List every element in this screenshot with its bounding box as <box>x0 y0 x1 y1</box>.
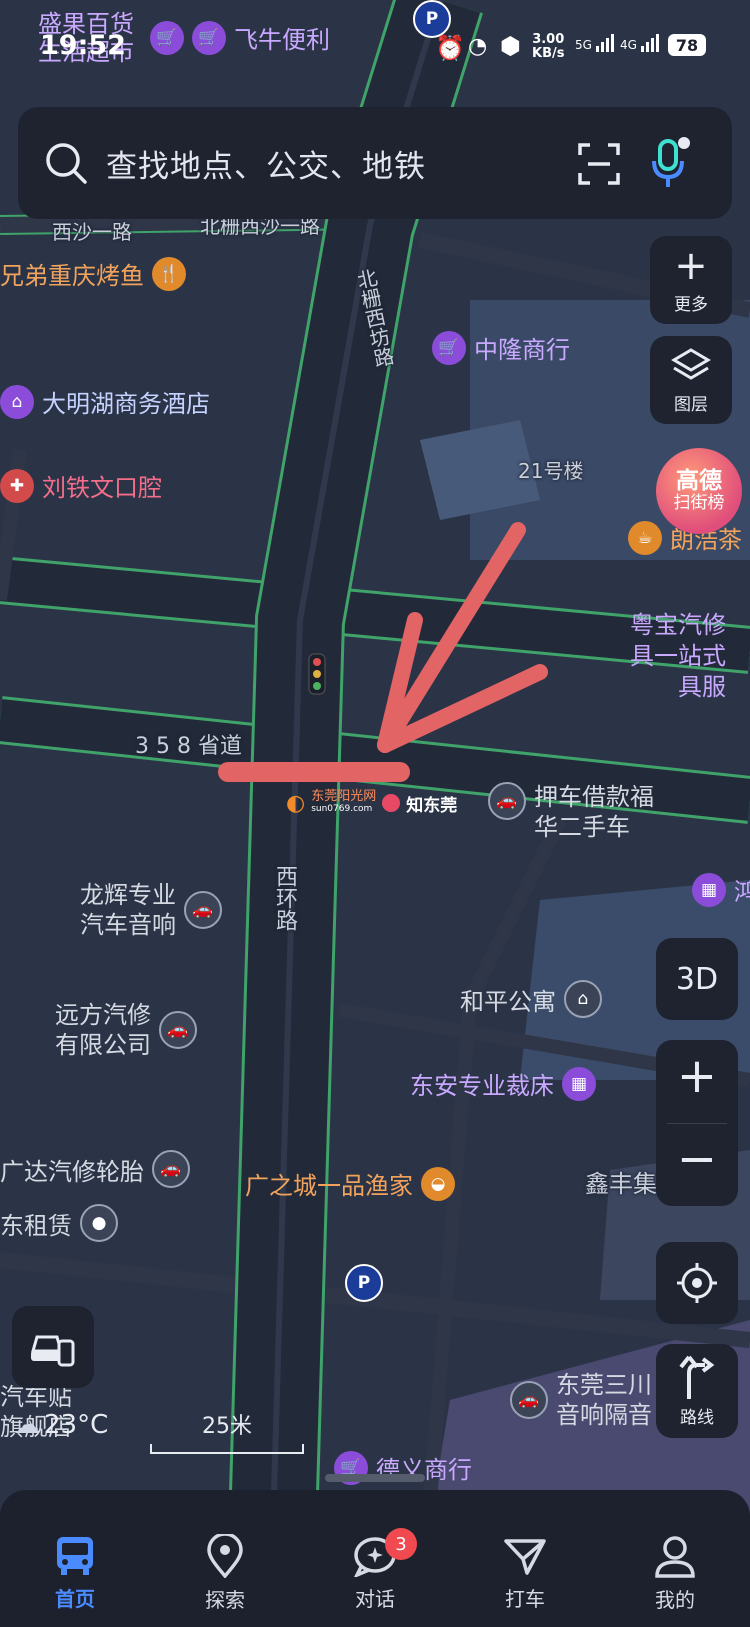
car-icon: 🚗 <box>159 1011 197 1049</box>
drawer-handle[interactable] <box>325 1474 425 1482</box>
poi-parking-2[interactable]: P <box>345 1264 383 1302</box>
3d-toggle-button[interactable]: 3D <box>656 938 738 1020</box>
signal-5g: 5G <box>575 34 614 52</box>
poi-heping[interactable]: 和平公寓 ⌂ <box>460 980 602 1018</box>
location-pin-icon <box>207 1534 243 1578</box>
taxi-arrow-icon <box>504 1539 546 1575</box>
poi-daminghu[interactable]: ⌂ 大明湖商务酒店 <box>0 384 210 419</box>
poi-dongan[interactable]: 东安专业裁床 ▦ <box>410 1066 596 1101</box>
poi-zulin[interactable]: 东租赁 ● <box>0 1204 118 1242</box>
poi-longhui[interactable]: 龙辉专业 汽车音响 🚗 <box>80 880 222 940</box>
poi-edge-right[interactable]: ▦ 鸿 <box>692 872 750 907</box>
battery-icon: 78 <box>668 34 706 56</box>
tab-bar: 首页 探索 对话 3 打车 我的 <box>0 1520 750 1627</box>
route-button[interactable]: 路线 <box>656 1344 738 1438</box>
zoom-out-button[interactable]: − <box>656 1124 738 1206</box>
car-icon: 🚗 <box>510 1381 548 1419</box>
locate-button[interactable] <box>656 1242 738 1324</box>
car-icon: 🚗 <box>152 1150 190 1188</box>
zoom-in-button[interactable]: + <box>656 1041 738 1123</box>
restaurant-icon: 🍴 <box>152 256 186 291</box>
location-dot-icon: ● <box>80 1204 118 1242</box>
tooth-icon: ✚ <box>0 468 34 503</box>
poi-yuanfang[interactable]: 远方汽修 有限公司 🚗 <box>55 1000 197 1060</box>
tab-home[interactable]: 首页 <box>15 1520 135 1627</box>
layers-button[interactable]: 图层 <box>650 336 732 424</box>
speedometer-icon: ◔ <box>468 34 488 59</box>
road-label: 西环路 <box>272 865 297 931</box>
watermark: ◐ 东莞阳光网 sun0769.com 知东莞 <box>286 789 458 816</box>
user-icon <box>655 1536 695 1578</box>
poi-yuebao[interactable]: 粤宝汽修 具一站式 具服 <box>630 610 726 703</box>
scan-icon[interactable] <box>578 143 620 185</box>
house-icon: ⌂ <box>564 980 602 1018</box>
search-icon <box>46 143 87 184</box>
car-icon: 🚗 <box>488 782 526 820</box>
road-label: 3 5 8 省道 <box>135 734 242 759</box>
car-phone-icon <box>31 1335 75 1367</box>
shop-icon: ▦ <box>692 872 726 907</box>
location-icon: ⬢ <box>500 32 521 60</box>
search-bar[interactable]: 查找地点、公交、地铁 <box>18 107 732 219</box>
car-icon: 🚗 <box>184 891 222 929</box>
parking-icon: P <box>345 1264 383 1302</box>
shop-icon: ▦ <box>562 1066 596 1101</box>
poi-zhonglong[interactable]: 🛒 中隆商行 <box>432 330 570 365</box>
bus-icon <box>57 1537 93 1575</box>
zhidongguan-logo-icon <box>382 794 401 812</box>
scale-bar: 25米 <box>150 1408 304 1454</box>
signal-4g: 4G <box>620 34 659 52</box>
rain-cloud-icon: ☁ <box>14 1410 40 1440</box>
search-input[interactable]: 查找地点、公交、地铁 <box>106 141 426 186</box>
tab-profile[interactable]: 我的 <box>615 1520 735 1627</box>
crosshair-icon <box>677 1263 717 1303</box>
sun-logo-icon: ◐ <box>286 790 306 816</box>
poi-dongguan[interactable]: 🚗 东莞三川 音响隔音 <box>510 1370 652 1430</box>
net-speed: 3.00 KB/s <box>532 32 565 61</box>
clock: 19:52 <box>40 30 126 61</box>
poi-liutiewen[interactable]: ✚ 刘铁文口腔 <box>0 468 162 503</box>
route-arrow-icon <box>679 1355 715 1399</box>
more-button[interactable]: + 更多 <box>650 236 732 324</box>
microphone-icon[interactable] <box>650 137 690 189</box>
tab-chat[interactable]: 对话 3 <box>315 1520 435 1627</box>
alarm-icon: ⏰ <box>435 34 465 62</box>
hotel-icon: ⌂ <box>0 384 34 419</box>
notification-badge: 3 <box>385 1528 417 1560</box>
bowl-icon: ◒ <box>421 1166 455 1201</box>
tab-taxi[interactable]: 打车 <box>465 1520 585 1627</box>
road-label: 西沙一路 <box>52 220 132 244</box>
gaode-ranking-button[interactable]: 高德 扫街榜 <box>656 448 742 534</box>
poi-chongqing[interactable]: 兄弟重庆烤鱼 🍴 <box>0 256 186 291</box>
layers-icon <box>671 347 711 380</box>
building-label: 21号楼 <box>518 459 584 483</box>
tea-icon: ☕ <box>628 520 662 555</box>
shopping-cart-icon: 🛒 <box>432 330 466 365</box>
poi-guangzhicheng[interactable]: 广之城一品渔家 ◒ <box>245 1166 455 1201</box>
poi-yache[interactable]: 🚗 押车借款福 华二手车 <box>488 782 654 842</box>
zoom-control: + − <box>656 1040 738 1206</box>
poi-guangda[interactable]: 广达汽修轮胎 🚗 <box>0 1150 190 1188</box>
poi-xinfeng[interactable]: 鑫丰集 <box>585 1164 657 1199</box>
weather[interactable]: ☁ 23°C <box>14 1410 108 1440</box>
tab-explore[interactable]: 探索 <box>165 1520 285 1627</box>
car-mode-button[interactable] <box>12 1306 94 1388</box>
plus-icon: + <box>674 242 708 289</box>
status-bar: 盛果百货 生活超市 19:52 ⏰ ◔ ⬢ 3.00 KB/s 5G 4G 78 <box>0 0 750 96</box>
